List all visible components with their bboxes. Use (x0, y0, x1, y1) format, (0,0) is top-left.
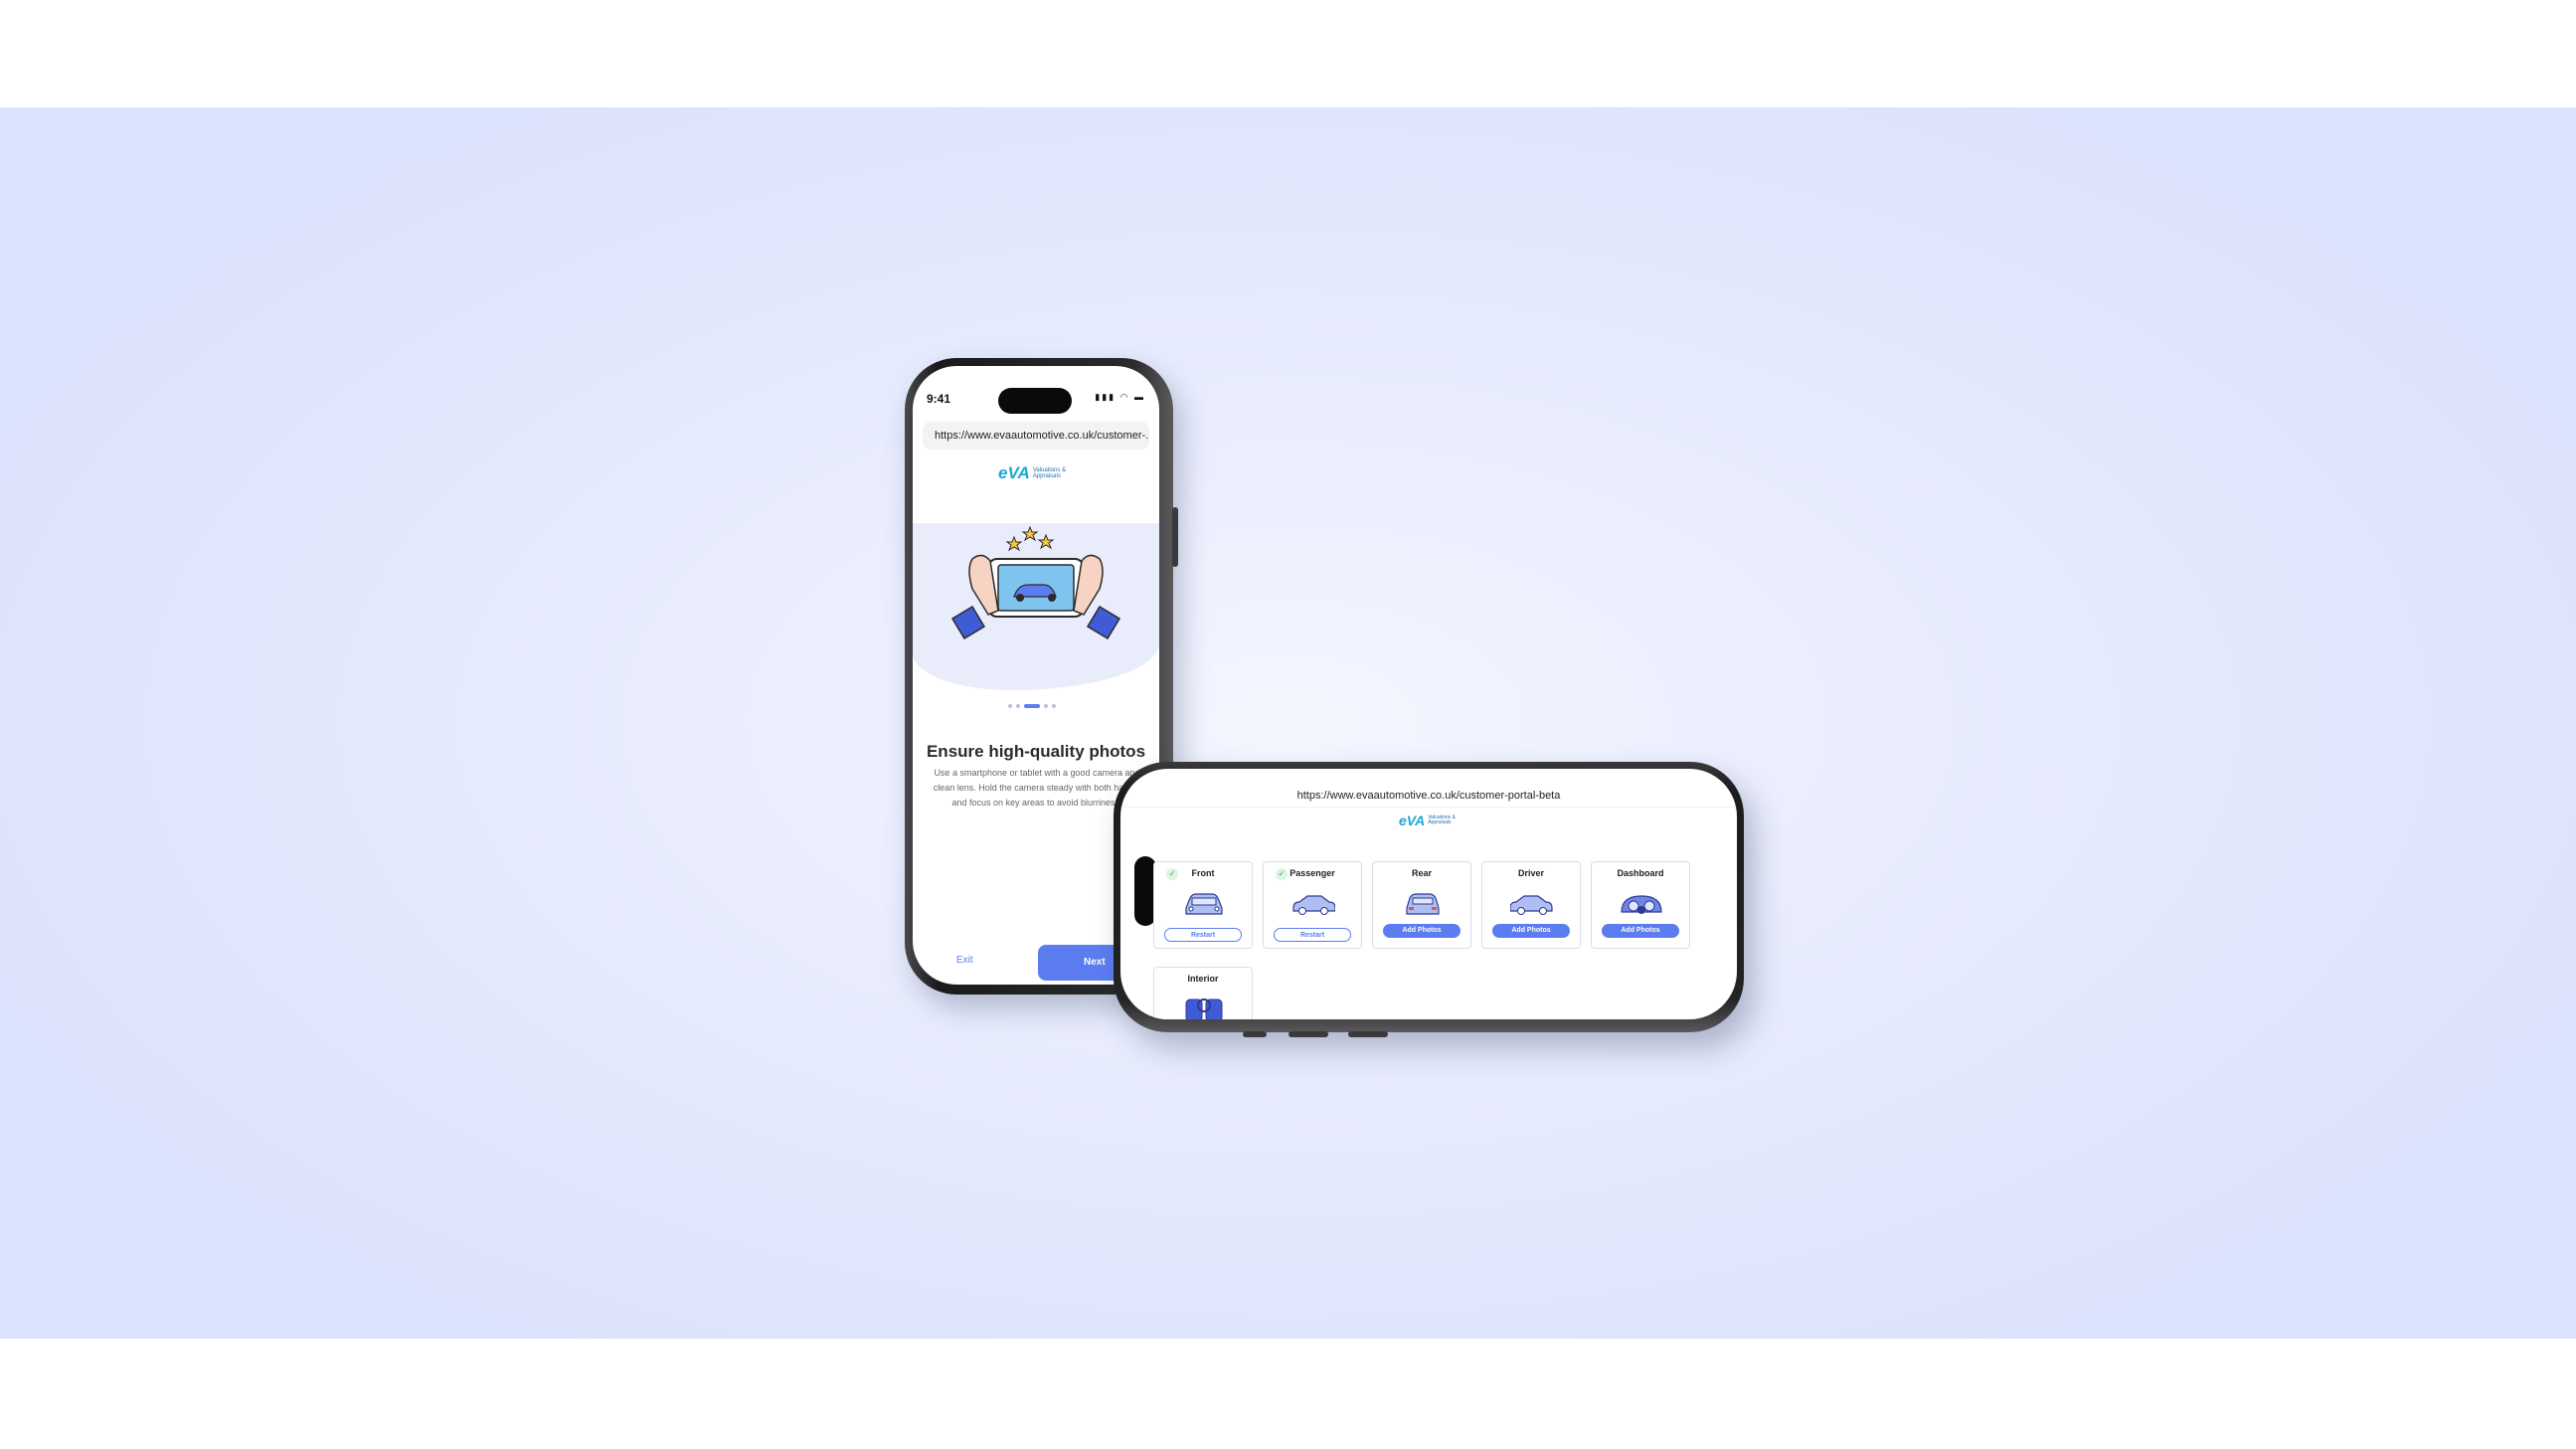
logo-text: Valuations & Appraisals (1033, 467, 1066, 480)
status-icons: ▮▮▮ ◠ ▬ (1095, 392, 1145, 403)
volume-up-button (1288, 1031, 1328, 1037)
logo-mark: eVA (998, 463, 1030, 482)
status-time: 9:41 (927, 392, 951, 406)
eva-logo: eVA Valuations & Appraisals (998, 463, 1066, 483)
exit-button[interactable]: Exit (956, 955, 973, 966)
battery-icon: ▬ (1134, 392, 1145, 402)
add-photos-button[interactable]: Add Photos (1602, 924, 1679, 938)
volume-down-button (1348, 1031, 1388, 1037)
showcase-background (0, 107, 2576, 1339)
carousel-dot-active[interactable] (1024, 704, 1040, 708)
restart-button[interactable]: Restart (1164, 928, 1242, 942)
customer-portal-screen: https://www.evaautomotive.co.uk/customer… (1120, 769, 1737, 1019)
section-title: Dashboard (1617, 868, 1664, 878)
phone-landscape: https://www.evaautomotive.co.uk/customer… (1114, 762, 1744, 1037)
carousel-dots (1008, 704, 1056, 708)
dashboard-icon (1621, 895, 1662, 914)
section-card-dashboard: Dashboard Add Photos (1591, 861, 1690, 949)
section-title: Rear (1411, 868, 1432, 878)
carousel-dot[interactable] (1008, 704, 1012, 708)
interior-icon (1185, 998, 1223, 1019)
logo-mark: eVA (1399, 813, 1426, 828)
logo-line-2: Appraisals (1428, 819, 1452, 825)
section-title: Driver (1517, 868, 1544, 878)
car-side-icon (1292, 895, 1335, 915)
power-button (1172, 507, 1178, 567)
car-rear-icon (1406, 893, 1440, 915)
section-title: Front (1191, 868, 1215, 878)
action-button (1243, 1031, 1267, 1037)
logo-text: Valuations & Appraisals (1428, 815, 1456, 826)
onboarding-title: Ensure high-quality photos (926, 742, 1146, 761)
address-bar[interactable]: https://www.evaautomotive.co.uk/customer… (1120, 785, 1737, 808)
section-card-interior: Interior (1153, 967, 1253, 1019)
add-photos-button[interactable]: Add Photos (1492, 924, 1570, 938)
carousel-dot[interactable] (1044, 704, 1048, 708)
section-card-driver: Driver Add Photos (1481, 861, 1581, 949)
carousel-dot[interactable] (1016, 704, 1020, 708)
hands-holding-phone-illustration (950, 525, 1121, 640)
logo-line-2: Appraisals (1032, 473, 1061, 479)
address-bar[interactable]: https://www.evaautomotive.co.uk/customer… (923, 422, 1149, 450)
carousel-dot[interactable] (1052, 704, 1056, 708)
dynamic-island (998, 388, 1072, 414)
logo-line-1: Valuations & (1032, 466, 1067, 473)
wifi-icon: ◠ (1119, 392, 1130, 402)
section-title: Passenger (1289, 868, 1335, 878)
add-photos-button[interactable]: Add Photos (1383, 924, 1460, 938)
section-title: Interior (1187, 974, 1219, 984)
section-card-passenger: ✓ Passenger Restart (1263, 861, 1362, 949)
car-front-icon (1185, 893, 1223, 915)
signal-icon: ▮▮▮ (1095, 392, 1116, 402)
eva-logo: eVA Valuations & Appraisals (1399, 813, 1456, 828)
car-side-icon (1510, 895, 1553, 915)
section-card-front: ✓ Front Restart (1153, 861, 1253, 949)
section-card-rear: Rear Add Photos (1372, 861, 1471, 949)
restart-button[interactable]: Restart (1274, 928, 1351, 942)
